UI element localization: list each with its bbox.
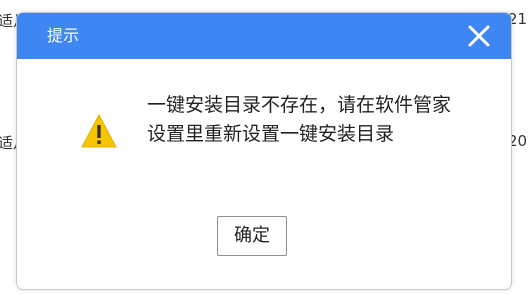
warning-icon bbox=[80, 113, 118, 149]
dialog-message: 一键安装目录不存在，请在软件管家设置里重新设置一键安装目录 bbox=[147, 94, 452, 145]
dialog-title: 提示 bbox=[47, 26, 80, 45]
close-button[interactable] bbox=[465, 22, 493, 50]
alert-dialog: 提示 一键安装目录不存在，请在软件管家设置里重新设置一键安装目录 确定 bbox=[16, 12, 512, 290]
dialog-title-bar: 提示 bbox=[17, 13, 511, 59]
close-icon bbox=[468, 25, 490, 47]
ok-button[interactable]: 确定 bbox=[217, 216, 287, 256]
